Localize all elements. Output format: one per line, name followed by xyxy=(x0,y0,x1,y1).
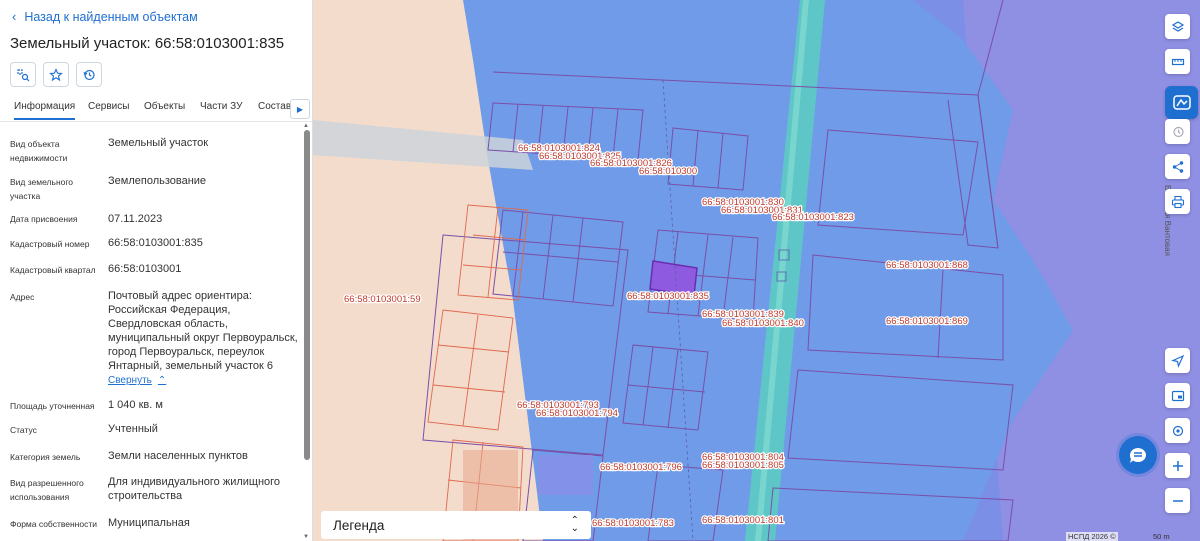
collapse-link[interactable]: Свернуть ⌃ xyxy=(108,375,166,386)
map-label: 66:58:0103001:823 xyxy=(772,212,854,223)
tabs-scroll-right-button[interactable]: ▶ xyxy=(290,99,310,119)
ruler-icon xyxy=(1171,58,1184,65)
tab-info[interactable]: Информация xyxy=(14,101,76,120)
row-value-cadastral-block: 66:58:0103001 xyxy=(108,263,182,275)
row-value-object-type: Земельный участок xyxy=(108,137,209,149)
map-service-icon xyxy=(1172,94,1191,110)
history-icon xyxy=(1172,126,1184,137)
row-label-date: Дата присвоения xyxy=(10,214,78,224)
share-icon xyxy=(1172,160,1183,173)
map-label: 66:58:0103001:868 xyxy=(886,260,968,271)
layers-icon xyxy=(1171,20,1184,32)
chevron-up-icon: ⌃ xyxy=(157,375,167,386)
page-title: Земельный участок: 66:58:0103001:835 xyxy=(10,35,285,52)
share-button[interactable] xyxy=(1165,154,1190,179)
zoom-in-button[interactable] xyxy=(1165,453,1190,478)
legend-dropdown[interactable]: Легенда ⌃ ⌄ xyxy=(321,511,591,539)
action-icons xyxy=(10,62,102,87)
locate-object-icon xyxy=(17,68,30,81)
map-attribution: НСПД 2026 © xyxy=(1066,532,1118,541)
zoom-in-icon xyxy=(1172,460,1183,471)
highlight-parcel-blue xyxy=(538,455,593,495)
tab-bar: Информация Сервисы Объекты Части ЗУ Сост… xyxy=(0,97,312,122)
map-label: 66:58:0103001:783 xyxy=(592,518,674,529)
screen-button[interactable] xyxy=(1165,383,1190,408)
locate-object-button[interactable] xyxy=(10,62,36,87)
navigation-button[interactable] xyxy=(1165,348,1190,373)
row-label-area: Площадь уточненная xyxy=(10,401,95,411)
history-icon xyxy=(83,69,95,80)
map-label: 66:58:0103001:835 xyxy=(627,291,709,302)
star-icon xyxy=(49,67,63,81)
favorite-button[interactable] xyxy=(43,62,69,87)
history-button[interactable] xyxy=(76,62,102,87)
tab-parcel-parts[interactable]: Части ЗУ xyxy=(200,101,242,112)
row-label-object-type: Вид объекта недвижимости xyxy=(10,139,68,163)
row-label-permitted-use: Вид разрешенного использования xyxy=(10,478,84,502)
map-service-button[interactable] xyxy=(1165,86,1198,119)
tab-objects[interactable]: Объекты xyxy=(144,101,185,112)
row-label-land-type: Вид земельного участка xyxy=(10,177,74,201)
row-value-land-type: Землепользование xyxy=(108,175,207,187)
navigation-icon xyxy=(1170,354,1184,368)
map-label: 66:58:0103001:796 xyxy=(600,462,682,473)
zoom-out-button[interactable] xyxy=(1165,488,1190,513)
back-link-label: Назад к найденным объектам xyxy=(24,9,198,24)
chevron-left-icon: ‹ xyxy=(12,9,17,24)
row-value-status: Учтенный xyxy=(108,423,158,435)
map-label: 66:58:0103001:840 xyxy=(722,318,804,329)
row-value-cadastral-number: 66:58:0103001:835 xyxy=(108,237,203,249)
row-value-land-category: Земли населенных пунктов xyxy=(108,450,248,462)
tab-composition[interactable]: Состав xyxy=(258,101,291,112)
chevron-right-icon: ▶ xyxy=(296,104,304,114)
scroll-down-icon[interactable]: ▼ xyxy=(303,534,309,540)
print-icon xyxy=(1171,195,1184,208)
row-label-address: Адрес xyxy=(10,292,35,302)
ruler-button[interactable] xyxy=(1165,49,1190,74)
row-value-ownership: Муниципальная xyxy=(108,517,190,529)
my-location-button[interactable] xyxy=(1165,418,1190,443)
row-label-cadastral-number: Кадастровый номер xyxy=(10,239,90,249)
map-label: 66:58:0103001:59 xyxy=(344,294,421,305)
row-label-land-category: Категория земель xyxy=(10,452,81,462)
map-canvas[interactable]: 66:58:0103001:824 66:58:0103001:825 66:5… xyxy=(313,0,1200,541)
scroll-up-icon[interactable]: ▲ xyxy=(303,123,309,129)
screen-icon xyxy=(1171,390,1184,401)
print-button[interactable] xyxy=(1165,189,1190,214)
back-link[interactable]: ‹ Назад к найденным объектам xyxy=(12,9,198,24)
chat-button[interactable] xyxy=(1119,436,1157,474)
chat-icon xyxy=(1129,448,1146,463)
row-label-ownership: Форма собственности xyxy=(10,519,97,529)
row-label-status: Статус xyxy=(10,425,37,435)
layers-button[interactable] xyxy=(1165,14,1190,39)
row-value-permitted-use: Для индивидуального жилищного строительс… xyxy=(108,476,281,502)
row-value-area: 1 040 кв. м xyxy=(108,399,163,411)
legend-label: Легенда xyxy=(333,517,385,533)
row-label-cadastral-block: Кадастровый квартал xyxy=(10,265,96,275)
tab-services[interactable]: Сервисы xyxy=(88,101,129,112)
map-label: 66:58:0103001:869 xyxy=(886,316,968,327)
map-svg: 66:58:0103001:824 66:58:0103001:825 66:5… xyxy=(313,0,1200,541)
location-icon xyxy=(1172,425,1183,436)
zoom-out-icon xyxy=(1172,499,1183,502)
collapse-link-label: Свернуть xyxy=(108,375,152,386)
scrollbar-thumb[interactable] xyxy=(304,130,310,460)
map-label: 66:58:010300 xyxy=(639,166,697,177)
sort-arrows-icon: ⌃ ⌄ xyxy=(570,515,579,534)
row-value-date: 07.11.2023 xyxy=(108,213,163,225)
scale-label: 50 m xyxy=(1153,532,1170,541)
map-label: 66:58:0103001:801 xyxy=(702,515,784,526)
map-label: 66:58:0103001:794 xyxy=(536,408,618,419)
history-tool-button[interactable] xyxy=(1165,119,1190,144)
row-value-address: Почтовый адрес ориентира: Российская Фед… xyxy=(108,290,298,372)
info-panel: ‹ Назад к найденным объектам Земельный у… xyxy=(0,0,313,541)
map-label: 66:58:0103001:805 xyxy=(702,460,784,471)
